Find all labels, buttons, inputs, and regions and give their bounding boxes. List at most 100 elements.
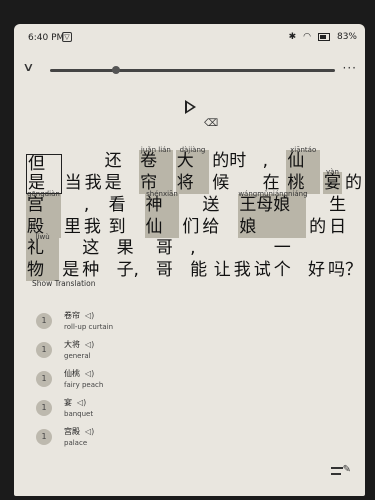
vocab-item[interactable]: 1 宴 ◁) banquet xyxy=(36,397,93,418)
vocab-meaning: roll-up curtain xyxy=(64,323,114,331)
sentence-token[interactable]: 大将 dàjiàng xyxy=(175,146,210,194)
token-text: 这种 xyxy=(82,238,100,280)
token-text: 我 xyxy=(233,260,251,280)
vocab-count-badge: 1 xyxy=(36,428,52,445)
pinyin-label: yàn xyxy=(326,168,339,176)
vocab-text: 仙桃 ◁) fairy peach xyxy=(64,368,103,389)
audio-toolbar: ∨ ··· xyxy=(14,58,365,80)
pinyin-label: lǐwù xyxy=(35,233,50,241)
sentence-line-2: 宫殿 gōngdiàn 里 ,我 看到 神仙 shénxiān 们送给 王母娘娘 wángmǔni… xyxy=(26,190,365,238)
token-text: ,我 xyxy=(83,195,101,237)
vocab-item[interactable]: 1 卷帘 ◁) roll-up curtain xyxy=(36,310,113,331)
sentence-token[interactable]: 的 xyxy=(345,172,362,194)
sentence-token[interactable]: 我 xyxy=(234,259,251,281)
vocab-count-badge: 1 xyxy=(36,370,52,387)
vocab-item[interactable]: 1 大将 ◁) general xyxy=(36,339,94,360)
token-text: 们 xyxy=(182,217,200,237)
sentence-token[interactable]: 生日 xyxy=(329,194,362,238)
show-translation-toggle[interactable]: Show Translation xyxy=(32,279,96,288)
token-text: 生日 xyxy=(329,195,347,237)
sentence-token[interactable]: 们 xyxy=(182,216,199,238)
sentence-token[interactable]: 一个 xyxy=(274,237,305,281)
sentence-token[interactable]: 礼物 lǐwù xyxy=(26,233,60,281)
token-text: 还是 xyxy=(104,151,122,193)
status-bar: 6:40 PM ▽ ✱ ◠ 83% xyxy=(14,24,365,52)
edit-notes-icon[interactable]: ✎ xyxy=(331,464,351,478)
sentence-token[interactable]: 是 xyxy=(62,259,79,281)
vocab-meaning: palace xyxy=(64,439,88,447)
token-text: 的 xyxy=(344,173,362,193)
vocab-text: 卷帘 ◁) roll-up curtain xyxy=(64,310,113,331)
pinyin-label: juǎn lián xyxy=(140,146,171,154)
token-text: 是 xyxy=(62,260,80,280)
bluetooth-icon: ✱ xyxy=(288,32,297,42)
sentence-token[interactable]: 试 xyxy=(254,259,271,281)
sentence-token[interactable]: 让 xyxy=(214,259,231,281)
vocab-text: 宴 ◁) banquet xyxy=(64,397,93,418)
vocab-text: 大将 ◁) general xyxy=(64,339,94,360)
sentence-token[interactable]: 当 xyxy=(65,172,82,194)
token-text: ,能 xyxy=(190,238,208,280)
vocab-word: 卷帘 xyxy=(64,311,80,320)
sentence-token[interactable]: 送给 xyxy=(202,194,235,238)
token-text: 让 xyxy=(213,260,231,280)
vocab-meaning: fairy peach xyxy=(64,381,104,389)
speaker-icon[interactable]: ◁) xyxy=(85,340,94,349)
speaker-icon[interactable]: ◁) xyxy=(85,311,94,320)
sentence-token[interactable]: 里 xyxy=(64,216,81,238)
sentence-token[interactable]: 的 xyxy=(309,216,326,238)
battery-icon xyxy=(317,33,330,41)
battery-percent: 83% xyxy=(336,32,357,42)
vocab-count-badge: 1 xyxy=(36,341,52,358)
token-text: 好 xyxy=(307,260,325,280)
vocab-word: 仙桃 xyxy=(64,369,80,378)
token-text: 当 xyxy=(64,173,82,193)
sentence-token[interactable]: ,我 xyxy=(84,194,106,238)
pinyin-label: xiāntáo xyxy=(290,146,317,154)
sentence-token[interactable]: 王母娘娘 wángmǔniángniáng xyxy=(238,190,308,238)
pinyin-label: dàjiàng xyxy=(179,146,206,154)
speaker-icon[interactable]: ◁) xyxy=(85,427,94,436)
token-text: 果子, xyxy=(116,238,139,280)
play-button[interactable] xyxy=(185,100,196,114)
sentence-token[interactable]: 吗？ xyxy=(328,259,362,281)
sentence-line-1: 但是当我还是 卷帘 juǎn lián 大将 dàjiàng 的时候 ,在 仙桃 xiāntáo… xyxy=(26,146,365,194)
vocab-word: 宫殿 xyxy=(64,427,80,436)
sentence-token[interactable]: 我 xyxy=(85,172,102,194)
pinyin-label: shénxiān xyxy=(146,190,178,198)
speaker-icon[interactable]: ◁) xyxy=(85,369,94,378)
vocab-word: 大将 xyxy=(64,340,80,349)
more-icon[interactable]: ··· xyxy=(343,61,357,75)
sentence-token[interactable]: 宴 yàn xyxy=(322,168,342,194)
sentence-token[interactable]: 看到 xyxy=(109,194,142,238)
token-text: 吗？ xyxy=(327,260,362,280)
audio-progress-track[interactable] xyxy=(50,69,335,72)
status-right: ✱ ◠ 83% xyxy=(289,32,357,42)
wifi-icon: ◠ xyxy=(303,32,311,42)
sentence-token[interactable]: 还是 xyxy=(105,150,137,194)
token-text: 看到 xyxy=(108,195,126,237)
status-time: 6:40 PM xyxy=(28,33,65,43)
audio-progress-knob[interactable] xyxy=(112,66,120,74)
vocab-word: 宴 xyxy=(64,398,72,407)
vocab-text: 宫殿 ◁) palace xyxy=(64,426,94,447)
sentence-token[interactable]: 果子, xyxy=(117,237,153,281)
vocab-meaning: general xyxy=(64,352,91,360)
token-text: 里 xyxy=(63,217,81,237)
vocab-item[interactable]: 1 仙桃 ◁) fairy peach xyxy=(36,368,103,389)
chevron-down-icon[interactable]: ∨ xyxy=(22,60,34,74)
sentence-token[interactable]: 好 xyxy=(308,259,325,281)
token-text: 试 xyxy=(253,260,271,280)
token-text: 的 xyxy=(309,217,327,237)
token-text: 我 xyxy=(84,173,102,193)
sentence-token[interactable]: 哥哥 xyxy=(156,237,187,281)
vocab-item[interactable]: 1 宫殿 ◁) palace xyxy=(36,426,94,447)
sentence-token[interactable]: 神仙 shénxiān xyxy=(144,190,180,238)
pinyin-label: wángmǔniángniáng xyxy=(238,190,308,198)
sentence-line-3: 礼物 lǐwù 是这种 果子, 哥哥 ,能让我试一个好吗？ xyxy=(26,233,365,281)
sentence-token[interactable]: 这种 xyxy=(82,237,113,281)
speaker-icon[interactable]: ◁) xyxy=(77,398,86,407)
eraser-icon[interactable]: ⌫ xyxy=(204,118,218,129)
vocab-count-badge: 1 xyxy=(36,399,52,416)
sentence-token[interactable]: ,能 xyxy=(190,237,211,281)
